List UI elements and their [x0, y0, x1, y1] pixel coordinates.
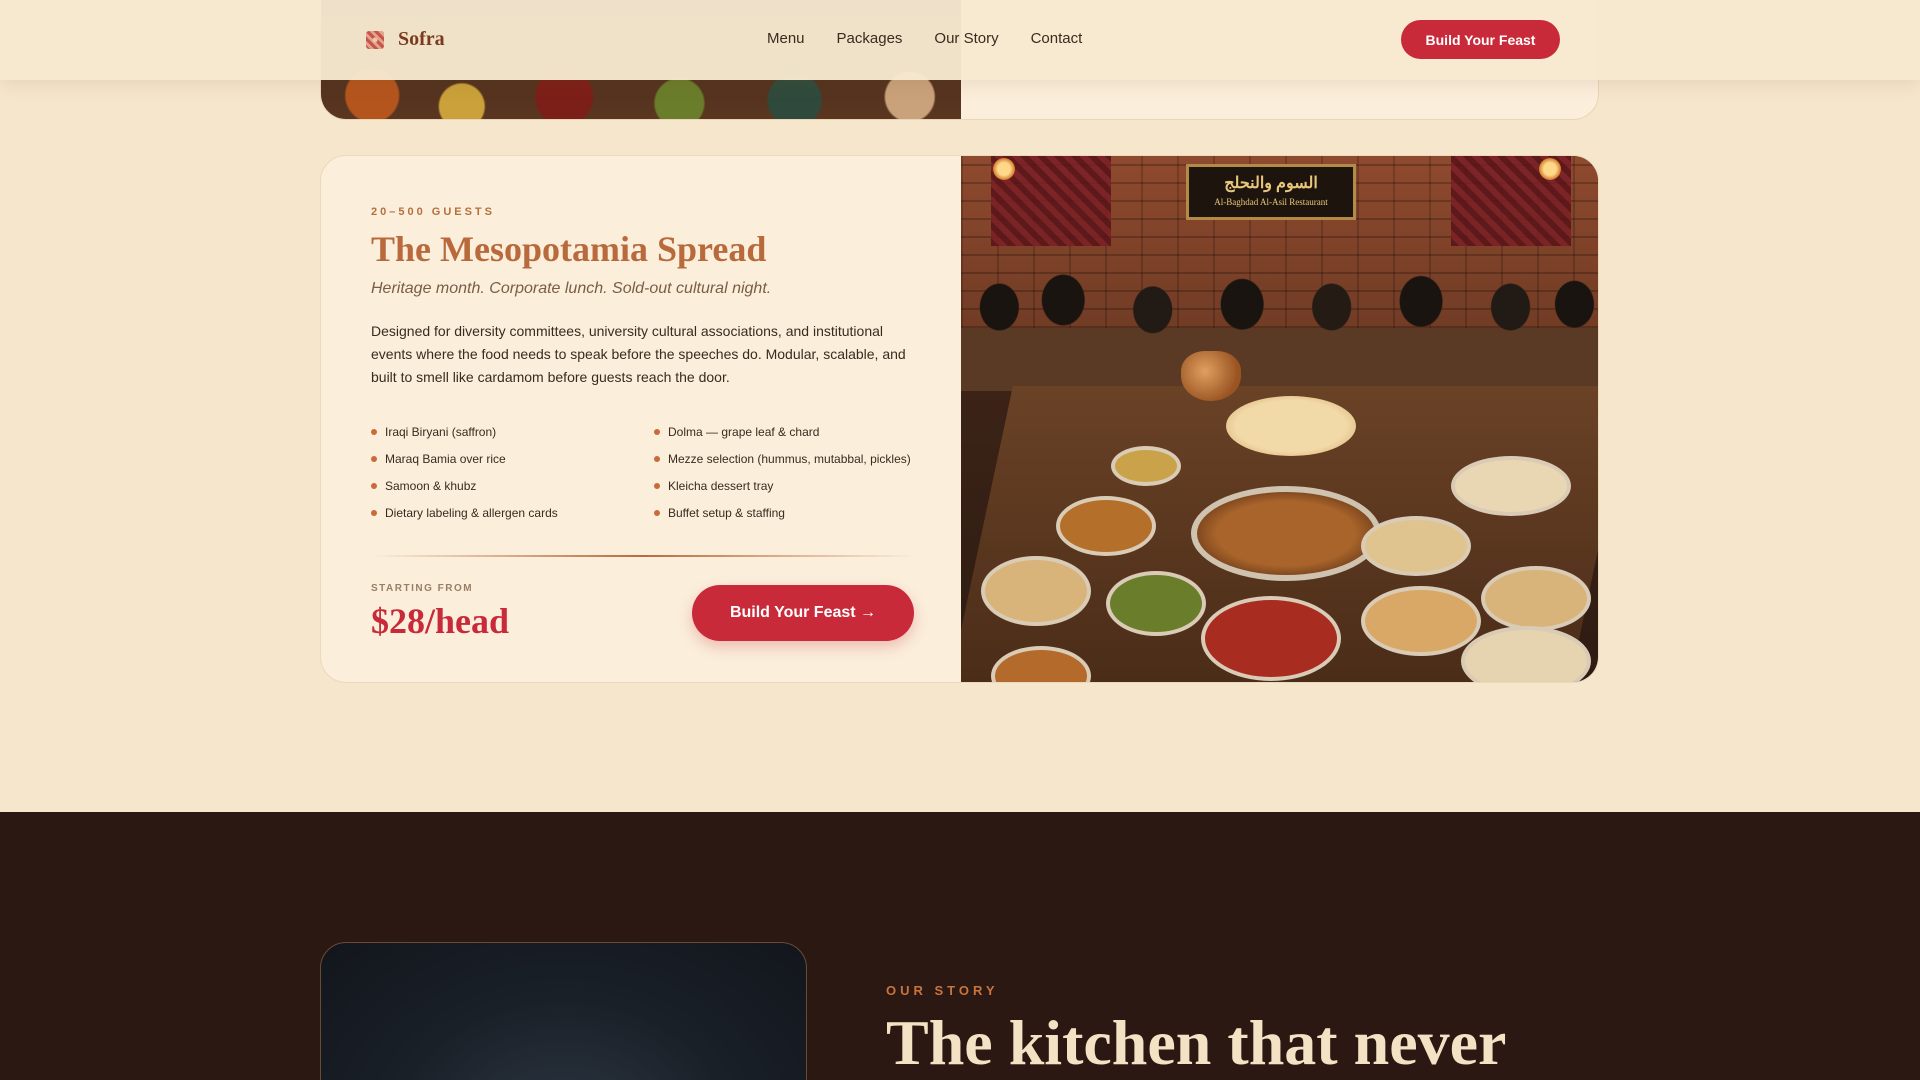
price-row: STARTING FROM $28/head Build Your Feast …	[371, 583, 914, 642]
story-eyebrow: OUR STORY	[886, 983, 999, 998]
package-title: The Mesopotamia Spread	[371, 229, 767, 269]
sign-arabic: السوم والنحلج	[1224, 175, 1318, 192]
nav-link-our-story[interactable]: Our Story	[934, 30, 998, 47]
bullet-icon	[654, 510, 660, 516]
sign-english: Al-Baghdad Al-Asil Restaurant	[1214, 197, 1328, 207]
nav-link-packages[interactable]: Packages	[837, 30, 903, 47]
dish-plate	[1106, 571, 1206, 636]
package-subtitle: Heritage month. Corporate lunch. Sold-ou…	[371, 280, 772, 297]
dish-plate	[981, 556, 1091, 626]
feature-label: Maraq Bamia over rice	[385, 452, 506, 466]
brand-logo[interactable]: Sofra	[366, 28, 445, 51]
dish-plate	[1056, 496, 1156, 556]
story-title: The kitchen that never	[886, 1007, 1507, 1078]
dish-plate	[1451, 456, 1571, 516]
bullet-icon	[371, 456, 377, 462]
restaurant-sign: السوم والنحلج Al-Baghdad Al-Asil Restaur…	[1186, 164, 1356, 220]
feature-item: Dolma — grape leaf & chard	[654, 425, 914, 439]
package-build-feast-button[interactable]: Build Your Feast →	[692, 584, 914, 641]
grilled-fish-platter	[1191, 486, 1381, 581]
header-build-feast-button[interactable]: Build Your Feast	[1401, 20, 1560, 59]
package-card-mesopotamia: 20–500 GUESTS The Mesopotamia Spread Her…	[320, 155, 1599, 683]
package-card-body: 20–500 GUESTS The Mesopotamia Spread Her…	[371, 206, 914, 642]
package-description: Designed for diversity committees, unive…	[371, 323, 906, 385]
dish-plate	[1111, 446, 1181, 486]
feature-item: Maraq Bamia over rice	[371, 452, 654, 466]
logo-pattern-icon	[366, 30, 384, 49]
story-image	[320, 942, 807, 1080]
site-header: Sofra Menu Packages Our Story Contact Bu…	[0, 0, 1920, 80]
package-feature-list: Iraqi Biryani (saffron) Dolma — grape le…	[371, 425, 914, 520]
price-divider	[371, 555, 914, 557]
bullet-icon	[654, 483, 660, 489]
nav-link-contact[interactable]: Contact	[1031, 30, 1083, 47]
feature-item: Buffet setup & staffing	[654, 506, 914, 520]
main-nav: Menu Packages Our Story Contact	[767, 30, 1082, 47]
our-story-section: OUR STORY The kitchen that never	[0, 812, 1920, 1080]
bullet-icon	[654, 456, 660, 462]
lamp-icon	[1539, 158, 1561, 180]
feature-label: Dietary labeling & allergen cards	[385, 506, 558, 520]
price-value: $28/head	[371, 601, 510, 641]
copper-pot	[1181, 351, 1241, 401]
dish-plate	[1361, 516, 1471, 576]
brand-name: Sofra	[398, 28, 445, 50]
feature-label: Kleicha dessert tray	[668, 479, 774, 493]
feature-label: Buffet setup & staffing	[668, 506, 785, 520]
nav-link-menu[interactable]: Menu	[767, 30, 805, 47]
price-block: STARTING FROM $28/head	[371, 583, 509, 642]
feature-label: Iraqi Biryani (saffron)	[385, 425, 497, 439]
feature-item: Kleicha dessert tray	[654, 479, 914, 493]
dish-plate	[1361, 586, 1481, 656]
feature-label: Dolma — grape leaf & chard	[668, 425, 820, 439]
diners	[961, 251, 1598, 391]
bullet-icon	[371, 429, 377, 435]
lamp-icon	[993, 158, 1015, 180]
dish-plate	[1201, 596, 1341, 681]
bullet-icon	[371, 483, 377, 489]
bread-platter	[1226, 396, 1356, 456]
feature-item: Iraqi Biryani (saffron)	[371, 425, 654, 439]
feature-item: Samoon & khubz	[371, 479, 654, 493]
restaurant-photo: السوم والنحلج Al-Baghdad Al-Asil Restaur…	[961, 156, 1598, 682]
bullet-icon	[371, 510, 377, 516]
bullet-icon	[654, 429, 660, 435]
feature-label: Samoon & khubz	[385, 479, 477, 493]
feature-label: Mezze selection (hummus, mutabbal, pickl…	[668, 452, 911, 466]
feature-item: Dietary labeling & allergen cards	[371, 506, 654, 520]
package-guest-range: 20–500 GUESTS	[371, 206, 495, 218]
price-label: STARTING FROM	[371, 583, 474, 594]
dish-plate	[1481, 566, 1591, 631]
feature-item: Mezze selection (hummus, mutabbal, pickl…	[654, 452, 914, 466]
